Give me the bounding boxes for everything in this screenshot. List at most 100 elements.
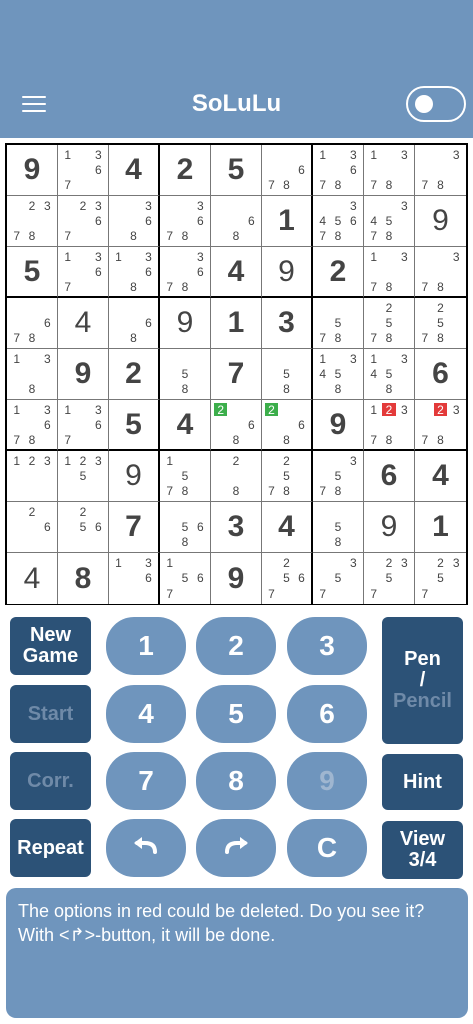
cell-r6c6[interactable]: 2 68 [262,400,313,451]
cell-r2c9[interactable]: 9 [415,196,466,247]
cell-r5c4[interactable]: 58 [160,349,211,400]
cell-r2c4[interactable]: 36 78 [160,196,211,247]
cell-r2c1[interactable]: 23 78 [7,196,58,247]
cell-r9c7[interactable]: 357 [313,553,364,604]
cell-r9c4[interactable]: 1567 [160,553,211,604]
cell-r3c3[interactable]: 1 368 [109,247,160,298]
view-button[interactable]: View 3/4 [382,821,463,879]
digit-6-button[interactable]: 6 [287,685,367,743]
cell-r2c3[interactable]: 368 [109,196,160,247]
cell-r8c6[interactable]: 4 [262,502,313,553]
cell-r6c9[interactable]: 23 78 [415,400,466,451]
pen-pencil-button[interactable]: Pen / Pencil [382,617,463,744]
clear-button[interactable]: C [287,819,367,877]
cell-r9c3[interactable]: 1 36 [109,553,160,604]
cell-r4c6[interactable]: 3 [262,298,313,349]
repeat-button[interactable]: Repeat [10,819,91,877]
cell-r2c2[interactable]: 236 7 [58,196,109,247]
cell-r1c2[interactable]: 1 36 7 [58,145,109,196]
cell-r5c2[interactable]: 9 [58,349,109,400]
cell-r6c1[interactable]: 1 36 78 [7,400,58,451]
cell-r9c5[interactable]: 9 [211,553,262,604]
cell-r6c3[interactable]: 5 [109,400,160,451]
cell-r8c2[interactable]: 256 [58,502,109,553]
cell-r1c6[interactable]: 6 78 [262,145,313,196]
cell-r7c6[interactable]: 2578 [262,451,313,502]
digit-5-button[interactable]: 5 [196,685,276,743]
cell-r5c7[interactable]: 1 3 458 [313,349,364,400]
undo-button[interactable] [106,819,186,877]
digit-3-button[interactable]: 3 [287,617,367,675]
cell-r6c8[interactable]: 123 78 [364,400,415,451]
digit-8-button[interactable]: 8 [196,752,276,810]
cell-r7c1[interactable]: 123 [7,451,58,502]
cell-r9c9[interactable]: 2357 [415,553,466,604]
digit-2-button[interactable]: 2 [196,617,276,675]
correction-button[interactable]: Corr. [10,752,91,810]
cell-r8c9[interactable]: 1 [415,502,466,553]
cell-r7c8[interactable]: 6 [364,451,415,502]
cell-r2c7[interactable]: 3 456 78 [313,196,364,247]
start-button[interactable]: Start [10,685,91,743]
cell-r4c4[interactable]: 9 [160,298,211,349]
cell-r4c7[interactable]: 578 [313,298,364,349]
cell-r8c1[interactable]: 26 [7,502,58,553]
cell-r1c3[interactable]: 4 [109,145,160,196]
cell-r7c5[interactable]: 28 [211,451,262,502]
cell-r3c1[interactable]: 5 [7,247,58,298]
cell-r1c1[interactable]: 9 [7,145,58,196]
cell-r3c8[interactable]: 1 3 78 [364,247,415,298]
cell-r3c4[interactable]: 36 78 [160,247,211,298]
cell-r6c2[interactable]: 1 36 7 [58,400,109,451]
cell-r8c8[interactable]: 9 [364,502,415,553]
cell-r5c3[interactable]: 2 [109,349,160,400]
cell-r5c6[interactable]: 58 [262,349,313,400]
new-game-button[interactable]: New Game [10,617,91,675]
cell-r9c2[interactable]: 8 [58,553,109,604]
cell-r9c6[interactable]: 256 7 [262,553,313,604]
digit-9-button[interactable]: 9 [287,752,367,810]
cell-r5c8[interactable]: 1 3 458 [364,349,415,400]
cell-r1c5[interactable]: 5 [211,145,262,196]
cell-r8c4[interactable]: 568 [160,502,211,553]
redo-button[interactable] [196,819,276,877]
cell-r2c8[interactable]: 3 4578 [364,196,415,247]
cell-r3c5[interactable]: 4 [211,247,262,298]
cell-r3c7[interactable]: 2 [313,247,364,298]
cell-r2c5[interactable]: 68 [211,196,262,247]
cell-r9c8[interactable]: 2357 [364,553,415,604]
cell-r1c8[interactable]: 1 3 78 [364,145,415,196]
cell-r4c3[interactable]: 68 [109,298,160,349]
cell-r7c9[interactable]: 4 [415,451,466,502]
digit-1-button[interactable]: 1 [106,617,186,675]
cell-r8c5[interactable]: 3 [211,502,262,553]
cell-r8c3[interactable]: 7 [109,502,160,553]
cell-r5c9[interactable]: 6 [415,349,466,400]
cell-r4c5[interactable]: 1 [211,298,262,349]
cell-r3c6[interactable]: 9 [262,247,313,298]
cell-r5c1[interactable]: 1 3 8 [7,349,58,400]
mode-toggle[interactable] [406,86,466,122]
digit-4-button[interactable]: 4 [106,685,186,743]
cell-r6c4[interactable]: 4 [160,400,211,451]
hint-button[interactable]: Hint [382,754,463,810]
digit-7-button[interactable]: 7 [106,752,186,810]
cell-r4c9[interactable]: 2578 [415,298,466,349]
cell-r4c8[interactable]: 2578 [364,298,415,349]
cell-r7c4[interactable]: 1578 [160,451,211,502]
cell-r1c9[interactable]: 3 78 [415,145,466,196]
cell-r7c2[interactable]: 1235 [58,451,109,502]
cell-r1c4[interactable]: 2 [160,145,211,196]
cell-r5c5[interactable]: 7 [211,349,262,400]
cell-r7c3[interactable]: 9 [109,451,160,502]
cell-r8c7[interactable]: 58 [313,502,364,553]
cell-r2c6[interactable]: 1 [262,196,313,247]
cell-r3c9[interactable]: 3 78 [415,247,466,298]
cell-r4c2[interactable]: 4 [58,298,109,349]
cell-r3c2[interactable]: 1 36 7 [58,247,109,298]
cell-r9c1[interactable]: 4 [7,553,58,604]
cell-r7c7[interactable]: 3578 [313,451,364,502]
cell-r4c1[interactable]: 6 78 [7,298,58,349]
cell-r6c7[interactable]: 9 [313,400,364,451]
cell-r6c5[interactable]: 2 68 [211,400,262,451]
